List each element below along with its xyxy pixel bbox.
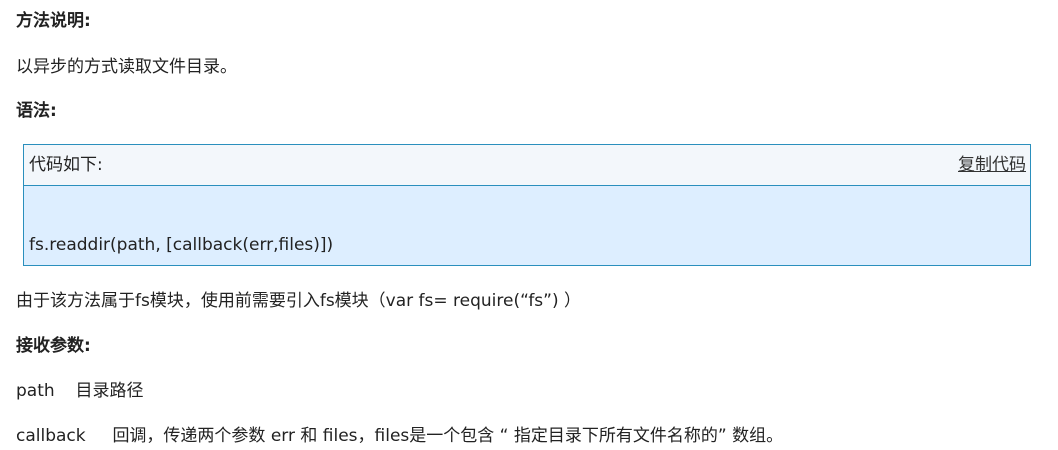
module-note: 由于该方法属于fs模块，使用前需要引入fs模块（var fs= require(… — [16, 291, 581, 311]
param-row-path: path 目录路径 — [16, 379, 143, 403]
params-heading: 接收参数: — [16, 336, 91, 356]
param-row-callback: callback 回调，传递两个参数 err 和 files，files是一个包… — [16, 424, 783, 448]
copy-code-link[interactable]: 复制代码 — [958, 153, 1026, 177]
code-block-title: 代码如下: — [29, 155, 103, 175]
param-desc: 回调，传递两个参数 err 和 files，files是一个包含 “ 指定目录下… — [112, 426, 784, 446]
method-description: 以异步的方式读取文件目录。 — [16, 57, 237, 77]
syntax-heading: 语法: — [16, 101, 57, 121]
method-heading: 方法说明: — [16, 11, 91, 31]
param-desc: 目录路径 — [75, 381, 144, 401]
code-line: fs.readdir(path, [callback(err,files)]) — [29, 235, 334, 255]
param-name: path — [16, 381, 55, 401]
code-block: 代码如下: 复制代码 fs.readdir(path, [callback(er… — [23, 144, 1031, 266]
param-name: callback — [16, 426, 86, 446]
code-block-header: 代码如下: 复制代码 — [24, 145, 1030, 186]
code-block-body: fs.readdir(path, [callback(err,files)]) — [24, 186, 1030, 266]
